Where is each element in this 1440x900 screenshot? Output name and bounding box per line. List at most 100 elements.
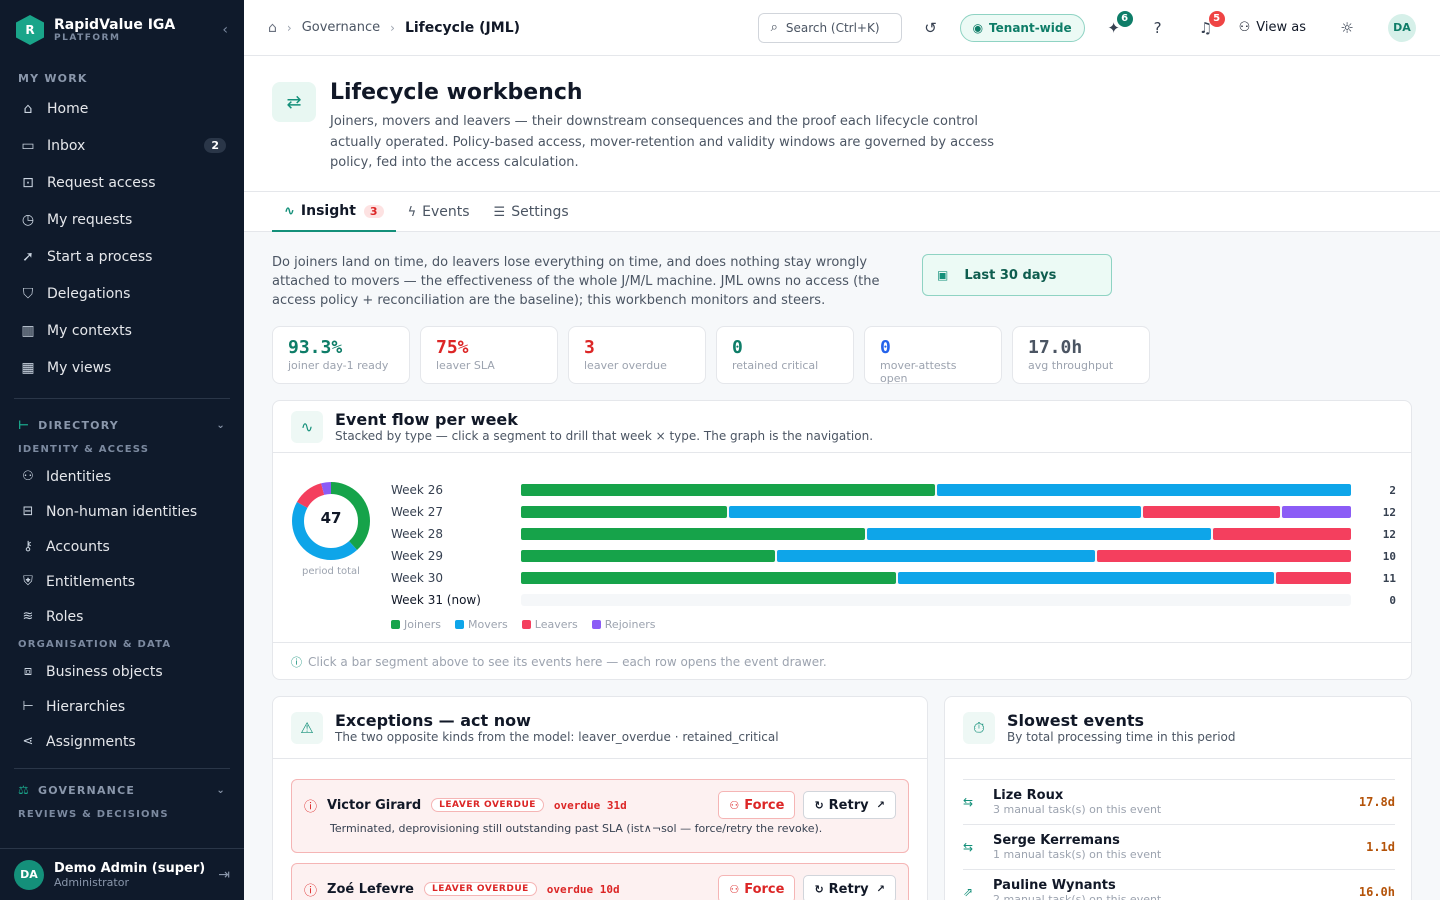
- force-button[interactable]: ⚇ Force: [718, 875, 796, 900]
- slow-event-row[interactable]: ⇆ Serge Kerremans 1 manual task(s) on this…: [963, 824, 1395, 869]
- home-icon: ⌂: [23, 100, 33, 117]
- bar-segment-movers[interactable]: [898, 572, 1274, 584]
- legend-item[interactable]: Leavers: [521, 618, 578, 631]
- bar-segment-movers[interactable]: [937, 484, 1351, 496]
- sidebar-item-home[interactable]: ⌂ Home: [0, 90, 244, 127]
- search-input[interactable]: ⌕ Search (Ctrl+K): [757, 12, 902, 43]
- requests-icon: ◷: [21, 211, 35, 228]
- sidebar-divider: [14, 398, 230, 399]
- kpi-card[interactable]: 0 retained critical: [716, 326, 854, 384]
- overdue-label: overdue 31d: [553, 798, 627, 812]
- chevron-right-icon: ›: [390, 20, 395, 35]
- sidebar-item-hierarchies[interactable]: ⊢ Hierarchies: [0, 689, 244, 724]
- sidebar-item-my-requests[interactable]: ◷ My requests: [0, 201, 244, 238]
- sidebar-item-identities[interactable]: ⚇ Identities: [0, 459, 244, 494]
- bar-segment-movers[interactable]: [729, 506, 1141, 518]
- eye-icon: ◉: [972, 20, 984, 35]
- kpi-card[interactable]: 0 mover-attests open: [864, 326, 1002, 385]
- logout-icon[interactable]: ⇥: [218, 867, 230, 883]
- avatar[interactable]: DA: [1388, 13, 1416, 42]
- kpi-card[interactable]: 17.0h avg throughput: [1012, 326, 1150, 384]
- sidebar-item-my-contexts[interactable]: ▥ My contexts: [0, 312, 244, 349]
- collapse-sidebar-icon[interactable]: ‹: [222, 22, 228, 38]
- avatar[interactable]: DA: [14, 859, 44, 890]
- sidebar-item-label: My requests: [47, 211, 133, 228]
- pin-icon[interactable]: ✦ 6: [1099, 10, 1133, 43]
- sidebar-item-my-views[interactable]: ▦ My views: [0, 349, 244, 386]
- retry-button[interactable]: ↻ Retry ↗: [803, 875, 896, 900]
- governance-group-toggle[interactable]: ⚖ GOVERNANCE ⌄: [0, 776, 244, 804]
- sidebar-item-request-access[interactable]: ⊡ Request access: [0, 164, 244, 201]
- inbox-count-badge: 2: [204, 138, 226, 153]
- help-icon[interactable]: ?: [1143, 13, 1173, 43]
- slow-event-row[interactable]: ⇆ Lize Roux 3 manual task(s) on this event…: [963, 779, 1395, 824]
- sidebar-item-roles[interactable]: ≋ Roles: [0, 599, 244, 634]
- exception-item: ⓘ Victor Girard LEAVER OVERDUE overdue 31d ⚇…: [291, 779, 909, 853]
- tab-settings[interactable]: ☰ Settings: [482, 192, 581, 232]
- sidebar-item-delegations[interactable]: ⛉ Delegations: [0, 275, 244, 312]
- legend-item[interactable]: Movers: [455, 618, 508, 631]
- layers-icon: ≋: [22, 609, 34, 624]
- breadcrumb-governance[interactable]: Governance: [302, 20, 380, 35]
- bar-track: [521, 528, 1351, 540]
- page-header: ⇄ Lifecycle workbench Joiners, movers an…: [244, 56, 1440, 192]
- kpi-row: 93.3% joiner day-1 ready 75% leaver SLA 3 lea…: [272, 326, 1150, 385]
- slow-event-row[interactable]: ⇗ Pauline Wynants 2 manual task(s) on this…: [963, 869, 1395, 900]
- bar-segment-joiners[interactable]: [521, 506, 727, 518]
- bar-segment-joiners[interactable]: [521, 550, 776, 562]
- kpi-card[interactable]: 3 leaver overdue: [568, 326, 706, 384]
- retry-button[interactable]: ↻ Retry ↗: [803, 791, 896, 819]
- user-x-icon: ⚇: [729, 882, 740, 896]
- force-button[interactable]: ⚇ Force: [718, 791, 796, 819]
- bell-icon[interactable]: ♫ 5: [1191, 10, 1225, 43]
- card-subtitle: Stacked by type — click a segment to dri…: [335, 429, 874, 443]
- bar-segment-joiners[interactable]: [521, 484, 935, 496]
- week-row: Week 30 11: [391, 571, 1396, 585]
- sidebar-item-assignments[interactable]: ⋖ Assignments: [0, 724, 244, 759]
- view-as-button[interactable]: ⚇ View as: [1239, 20, 1306, 35]
- bar-segment-leavers[interactable]: [1096, 550, 1351, 562]
- building-icon: ▥: [21, 322, 35, 339]
- kpi-card[interactable]: 93.3% joiner day-1 ready: [272, 326, 410, 384]
- week-total: 10: [1382, 550, 1396, 563]
- sidebar-item-accounts[interactable]: ⚷ Accounts: [0, 529, 244, 564]
- legend-item[interactable]: Joiners: [391, 618, 441, 631]
- sidebar-divider: [14, 768, 230, 769]
- exception-name[interactable]: Victor Girard: [327, 798, 421, 813]
- kpi-card[interactable]: 75% leaver SLA: [420, 326, 558, 384]
- home-icon[interactable]: ⌂: [268, 20, 277, 36]
- period-selector[interactable]: ▣ Last 30 days: [922, 254, 1112, 296]
- sliders-icon: ☰: [493, 204, 506, 220]
- lifecycle-icon: ⇄: [272, 82, 316, 122]
- bar-segment-joiners[interactable]: [521, 528, 866, 540]
- event-flow-card: ∿ Event flow per week Stacked by type — …: [272, 400, 1412, 680]
- sidebar-item-start-a-process[interactable]: ➚ Start a process: [0, 238, 244, 275]
- donut-label: period total: [302, 566, 360, 577]
- sidebar-item-non-human-identities[interactable]: ⊟ Non-human identities: [0, 494, 244, 529]
- week-label: Week 28: [391, 527, 443, 541]
- sidebar-item-business-objects[interactable]: ⧈ Business objects: [0, 654, 244, 689]
- exception-name[interactable]: Zoé Lefevre: [327, 882, 414, 897]
- week-label: Week 31 (now): [391, 593, 481, 607]
- legend-item[interactable]: Rejoiners: [591, 618, 656, 631]
- activity-icon: ∿: [291, 410, 323, 443]
- tenant-scope-button[interactable]: ◉ Tenant-wide: [959, 13, 1085, 42]
- tab-insight[interactable]: ∿ Insight 3: [272, 192, 396, 232]
- bar-segment-rejoiners[interactable]: [1282, 506, 1351, 518]
- brand[interactable]: R RapidValue IGA PLATFORM ‹: [0, 0, 244, 60]
- theme-toggle-icon[interactable]: ☼: [1332, 13, 1362, 43]
- bar-segment-joiners[interactable]: [521, 572, 897, 584]
- bar-segment-leavers[interactable]: [1143, 506, 1281, 518]
- card-title: Event flow per week: [335, 410, 518, 429]
- bar-segment-movers[interactable]: [777, 550, 1095, 562]
- history-icon[interactable]: ↺: [916, 13, 946, 43]
- bar-segment-leavers[interactable]: [1275, 572, 1351, 584]
- directory-group-toggle[interactable]: ⊢ DIRECTORY ⌄: [0, 411, 244, 439]
- sidebar-item-inbox[interactable]: ▭ Inbox 2: [0, 127, 244, 164]
- bar-segment-movers[interactable]: [867, 528, 1212, 540]
- card-subtitle: By total processing time in this period: [1007, 730, 1236, 744]
- bar-segment-leavers[interactable]: [1213, 528, 1351, 540]
- tab-events[interactable]: ϟ Events: [396, 192, 482, 232]
- sidebar-item-entitlements[interactable]: ⛨ Entitlements: [0, 564, 244, 599]
- legend-swatch: [455, 620, 465, 629]
